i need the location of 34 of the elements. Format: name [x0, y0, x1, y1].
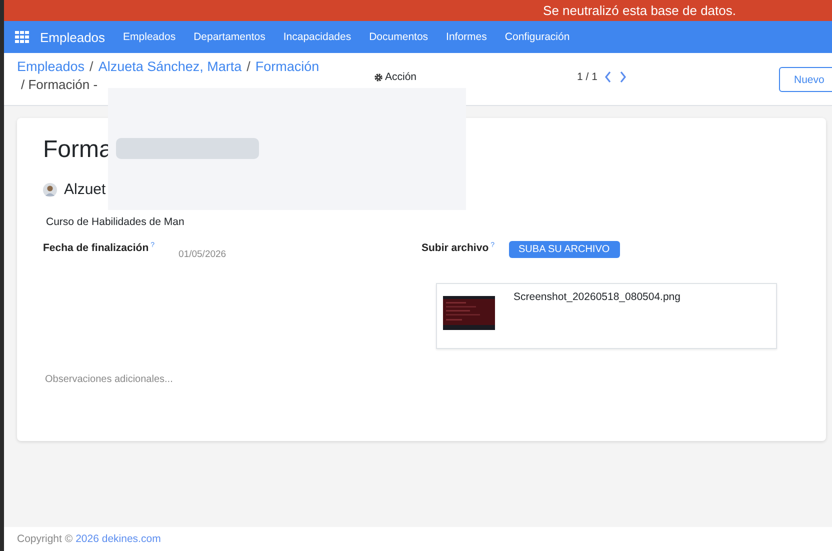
upload-button[interactable]: SUBA SU ARCHIVO: [508, 241, 620, 258]
menu-item[interactable]: Documentos: [360, 31, 438, 43]
file-name: Screenshot_20260518_080504.png: [514, 291, 680, 303]
app-name[interactable]: Empleados: [40, 30, 106, 44]
help-tooltip[interactable]: ?: [490, 242, 495, 250]
attachment-card[interactable]: Screenshot_20260518_080504.png: [436, 283, 776, 349]
pager-counter: 1 / 1: [577, 71, 598, 83]
action-menu-button[interactable]: Acción: [374, 71, 417, 83]
breadcrumb-separator: /: [90, 59, 94, 74]
breadcrumb-link[interactable]: Alzueta Sánchez, Marta: [98, 59, 242, 74]
date-field[interactable]: 01/05/2026: [178, 249, 226, 260]
menu-item[interactable]: Incapacidades: [274, 31, 360, 43]
breadcrumb-link[interactable]: Formación: [255, 59, 320, 74]
banner-text: Se neutralizó esta base de datos.: [543, 3, 736, 18]
menu-item[interactable]: Departamentos: [184, 31, 274, 43]
new-button[interactable]: Nuevo: [779, 67, 832, 92]
apps-grid-icon[interactable]: [15, 31, 29, 43]
course-name: Curso de Habilidades de Man: [45, 216, 186, 228]
breadcrumb-separator: /: [246, 59, 250, 74]
copyright-text: Copyright ©: [17, 533, 73, 545]
menu-item[interactable]: Informes: [437, 31, 496, 43]
field-label: Fecha de finalización: [43, 242, 149, 254]
avatar-icon: [43, 182, 57, 196]
help-tooltip[interactable]: ?: [150, 242, 155, 250]
menu-item[interactable]: Empleados: [114, 31, 185, 43]
footer-link[interactable]: 2026 dekines.com: [76, 533, 161, 545]
breadcrumb-current: / Formación -: [21, 77, 98, 92]
next-icon[interactable]: [619, 71, 628, 83]
gear-icon: [374, 72, 383, 82]
employee-name: Alzuet: [64, 181, 106, 198]
menu-item[interactable]: Configuración: [496, 31, 579, 43]
previous-icon[interactable]: [604, 71, 612, 83]
breadcrumb-link[interactable]: Empleados: [17, 59, 85, 74]
field-label: Subir archivo: [422, 242, 489, 254]
